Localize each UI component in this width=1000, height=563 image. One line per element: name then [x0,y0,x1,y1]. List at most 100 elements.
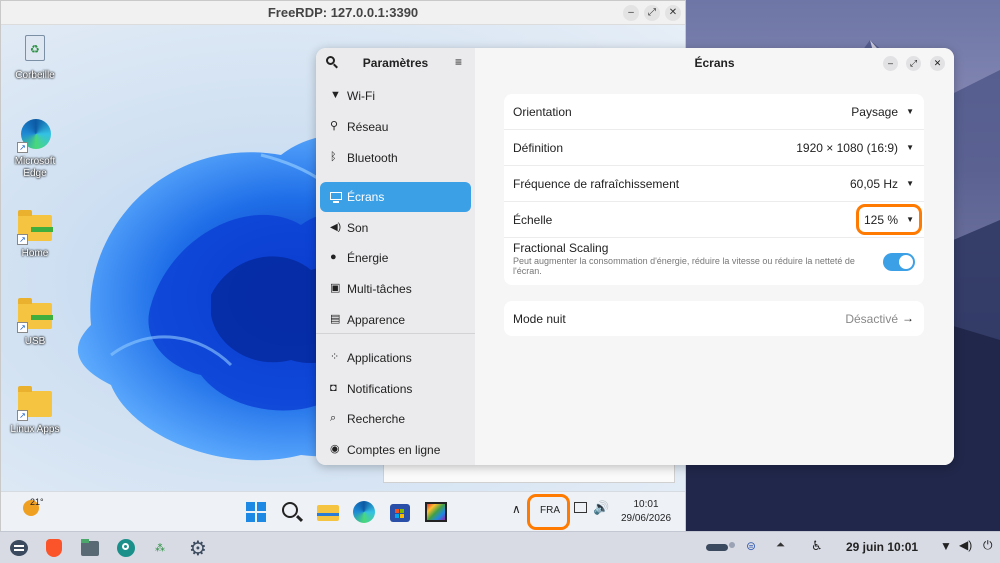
panel-clock[interactable]: 29 juin 10:01 [846,540,918,554]
sidebar-item-search[interactable]: ⌕ Recherche [320,404,471,434]
settings-window: Paramètres ≡ ▼ Wi-Fi ⚲ Réseau ᛒ Bluetoot… [316,48,954,465]
display-tray-icon[interactable] [574,502,587,513]
files-icon[interactable] [79,537,101,559]
fractional-scaling-description: Peut augmenter la consommation d'énergie… [513,256,855,276]
settings-sidebar: Paramètres ≡ ▼ Wi-Fi ⚲ Réseau ᛒ Bluetoot… [316,48,475,465]
minimize-button[interactable]: – [883,56,898,71]
sidebar-item-network[interactable]: ⚲ Réseau [320,112,471,142]
sidebar-title: Paramètres [362,56,429,70]
accessibility-icon[interactable]: ♿ [811,538,823,554]
resolution-value: 1920 × 1080 (16:9) [796,141,898,155]
scale-highlight-outline [856,204,922,235]
online-accounts-icon: ◉ [330,443,340,455]
sidebar-item-label: Multi-tâches [347,282,412,296]
search-icon: ⌕ [330,412,337,424]
brave-browser-icon[interactable] [43,537,65,559]
dropdown-arrow-icon: ▼ [906,179,914,188]
tray-clock[interactable]: 10:01 29/06/2026 [613,498,679,526]
sidebar-item-displays[interactable]: Écrans [320,182,471,212]
sidebar-item-online-accounts[interactable]: ◉ Comptes en ligne [320,435,471,465]
power-tray-icon[interactable]: ⏻ [983,538,993,553]
sidebar-item-multitasking[interactable]: ▣ Multi-tâches [320,274,471,304]
system-monitor-icon[interactable]: ⁂ [151,537,173,559]
volume-tray-icon[interactable]: ◀) [959,538,972,552]
media-player-icon[interactable] [424,500,448,524]
orientation-row[interactable]: Orientation Paysage ▼ [504,94,924,129]
folder-icon: ↗ [17,385,53,421]
maximize-button[interactable]: ⤢ [644,5,660,21]
bluetooth-icon: ᛒ [330,151,337,163]
menu-icon[interactable]: ≡ [455,55,462,69]
freerdp-titlebar[interactable]: FreeRDP: 127.0.0.1:3390 – ⤢ ✕ [1,1,685,25]
upload-tray-icon[interactable]: ⏶ [776,539,785,552]
windows-taskbar: 21° ∧ FRA 🔊 10:01 29/06/2026 [1,491,685,531]
bell-icon: ◘ [330,382,337,394]
sidebar-item-bluetooth[interactable]: ᛒ Bluetooth [320,143,471,173]
software-store-icon[interactable] [115,537,137,559]
tray-chevron-icon[interactable]: ∧ [512,502,521,516]
zorin-menu-icon[interactable] [8,537,30,559]
dropdown-arrow-icon: ▼ [906,107,914,116]
shortcut-arrow-icon: ↗ [17,410,28,421]
sidebar-item-label: Son [347,221,369,235]
network-icon: ⚲ [330,120,339,132]
edge-browser-icon[interactable] [352,500,376,524]
desktop-icon-edge[interactable]: ↗ Microsoft Edge [5,117,65,180]
volume-icon[interactable]: 🔊 [593,500,609,516]
wifi-icon: ▼ [330,89,341,101]
power-icon: ● [330,251,337,263]
desktop-icon-label: Corbeille [15,70,55,81]
sidebar-header: Paramètres ≡ [316,48,475,78]
start-icon[interactable] [244,500,268,524]
refresh-rate-row[interactable]: Fréquence de rafraîchissement 60,05 Hz ▼ [504,166,924,201]
settings-gear-icon[interactable]: ⚙ [188,537,210,560]
orientation-value: Paysage [851,105,898,119]
sidebar-item-sound[interactable]: ◀) Son [320,213,471,243]
close-button[interactable]: ✕ [930,56,945,71]
sidebar-item-applications[interactable]: ⁘ Applications [320,343,471,373]
appearance-icon: ▤ [330,313,341,325]
night-mode-card[interactable]: Mode nuit Désactivé → [504,301,924,336]
search-icon[interactable] [280,500,304,524]
file-explorer-icon[interactable] [316,500,340,524]
sidebar-item-notifications[interactable]: ◘ Notifications [320,374,471,404]
maximize-button[interactable]: ⤢ [906,56,921,71]
linux-panel: ⁂ ⚙ ⊜ ⏶ ♿ 29 juin 10:01 ▼ ◀) ⏻ [0,531,1000,563]
sidebar-item-power[interactable]: ● Énergie [320,243,471,273]
network-tray-icon[interactable]: ⊜ [746,539,756,553]
shortcut-arrow-icon: ↗ [17,142,28,153]
wifi-tray-icon[interactable]: ▼ [940,539,952,553]
refresh-rate-label: Fréquence de rafraîchissement [513,177,680,191]
fractional-scaling-toggle[interactable] [883,253,915,271]
shortcut-arrow-icon: ↗ [17,322,28,333]
fractional-scaling-label: Fractional Scaling [513,241,609,255]
sidebar-item-appearance[interactable]: ▤ Apparence [320,305,471,335]
desktop-icon-linux-apps[interactable]: ↗ Linux Apps [5,385,65,436]
sidebar-item-label: Applications [347,351,412,365]
shortcut-arrow-icon: ↗ [17,234,28,245]
night-mode-row[interactable]: Mode nuit Désactivé → [504,301,924,336]
desktop-icon-recycle-bin[interactable]: ♻ Corbeille [5,31,65,82]
minimize-button[interactable]: – [623,5,639,21]
workspace-dot[interactable] [729,542,735,548]
sound-icon: ◀) [330,222,342,233]
resolution-row[interactable]: Définition 1920 × 1080 (16:9) ▼ [504,130,924,165]
desktop-icon-label: Microsoft Edge [14,156,56,179]
language-highlight-outline [527,494,570,530]
sidebar-item-label: Recherche [347,412,406,426]
applications-icon: ⁘ [330,351,340,363]
sidebar-item-label: Wi-Fi [347,89,375,103]
refresh-rate-value: 60,05 Hz [849,177,898,191]
close-button[interactable]: ✕ [665,5,681,21]
sidebar-item-wifi[interactable]: ▼ Wi-Fi [320,81,471,111]
resolution-label: Définition [513,141,564,155]
display-settings-card: Orientation Paysage ▼ Définition 1920 × … [504,94,924,285]
sidebar-item-label: Énergie [347,251,389,265]
desktop-icon-home[interactable]: ↗ Home [5,209,65,260]
desktop-icon-label: USB [24,336,46,347]
freerdp-title: FreeRDP: 127.0.0.1:3390 [267,5,419,20]
workspace-indicator[interactable] [706,544,728,551]
arrow-right-icon: → [902,311,914,325]
store-icon[interactable] [388,500,412,524]
desktop-icon-usb[interactable]: ↗ USB [5,297,65,348]
